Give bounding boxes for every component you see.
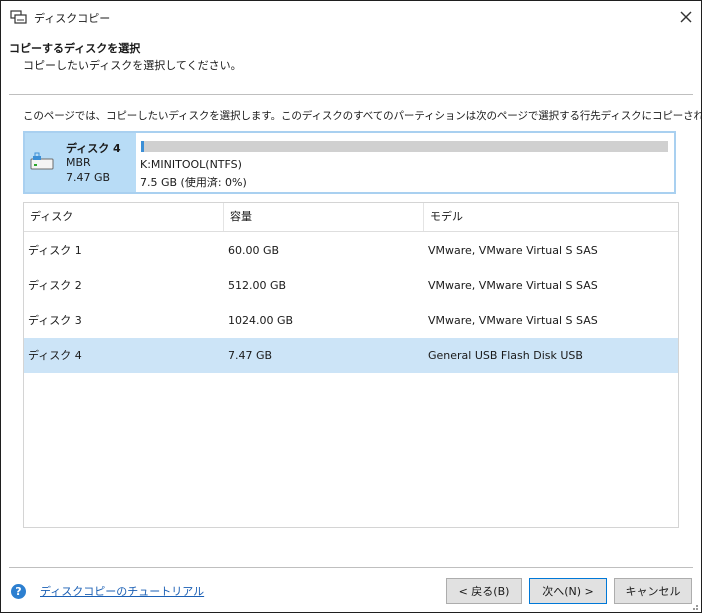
table-row[interactable]: ディスク 3 1024.00 GB VMware, VMware Virtual S… [24, 303, 678, 338]
title-bar: ディスクコピー [1, 1, 701, 33]
capacity-cell: 7.47 GB [228, 349, 273, 362]
model-cell: VMware, VMware Virtual S SAS [428, 314, 598, 327]
disk-size: 7.47 GB [66, 171, 111, 184]
selected-disk-card[interactable]: ディスク 4 MBR 7.47 GB K:MINITOOL(NTFS) 7.5 … [23, 131, 676, 194]
close-icon [680, 11, 692, 23]
column-header-disk[interactable]: ディスク [24, 203, 224, 231]
disk-name-cell: ディスク 3 [28, 314, 82, 327]
table-row[interactable]: ディスク 2 512.00 GB VMware, VMware Virtual S … [24, 268, 678, 303]
header-divider [9, 94, 693, 95]
resize-grip-icon[interactable] [689, 601, 699, 611]
partition-usage-text: 7.5 GB (使用済: 0%) [140, 176, 247, 189]
cancel-button[interactable]: キャンセル [614, 578, 692, 604]
partition-block[interactable]: K:MINITOOL(NTFS) 7.5 GB (使用済: 0%) [136, 133, 674, 192]
model-cell: VMware, VMware Virtual S SAS [428, 279, 598, 292]
disk-copy-window: ディスクコピー コピーするディスクを選択 コピーしたいディスクを選択してください… [0, 0, 702, 613]
tutorial-link[interactable]: ディスクコピーのチュートリアル [40, 583, 204, 599]
help-icon[interactable]: ? [11, 584, 26, 599]
model-cell: VMware, VMware Virtual S SAS [428, 244, 598, 257]
partition-usage-bar [141, 141, 668, 152]
disk-name-cell: ディスク 4 [28, 349, 82, 362]
column-header-capacity[interactable]: 容量 [224, 203, 424, 231]
capacity-cell: 1024.00 GB [228, 314, 294, 327]
disk-name-cell: ディスク 2 [28, 279, 82, 292]
table-row[interactable]: ディスク 1 60.00 GB VMware, VMware Virtual S S… [24, 233, 678, 268]
capacity-cell: 60.00 GB [228, 244, 280, 257]
column-header-model[interactable]: モデル [424, 203, 678, 231]
page-subtitle: コピーしたいディスクを選択してください。 [23, 59, 242, 72]
disk-summary: ディスク 4 MBR 7.47 GB [25, 133, 136, 192]
window-title: ディスクコピー [34, 12, 111, 25]
footer-divider [9, 567, 693, 568]
disk-name-cell: ディスク 1 [28, 244, 82, 257]
usb-drive-icon [30, 152, 54, 170]
partition-usage-fill [141, 141, 144, 152]
model-cell: General USB Flash Disk USB [428, 349, 583, 362]
next-button[interactable]: 次へ(N) > [529, 578, 607, 604]
disk-copy-icon [10, 10, 27, 24]
table-row[interactable]: ディスク 4 7.47 GB General USB Flash Disk USB [24, 338, 678, 373]
close-button[interactable] [671, 5, 701, 29]
page-title: コピーするディスクを選択 [9, 42, 141, 55]
wizard-header: コピーするディスクを選択 コピーしたいディスクを選択してください。 [1, 33, 701, 95]
disk-name: ディスク 4 [66, 142, 121, 155]
table-header: ディスク 容量 モデル [24, 203, 678, 232]
partition-label: K:MINITOOL(NTFS) [140, 158, 242, 171]
capacity-cell: 512.00 GB [228, 279, 287, 292]
disk-partition-style: MBR [66, 156, 91, 169]
page-description: このページでは、コピーしたいディスクを選択します。このディスクのすべてのパーティ… [23, 110, 702, 122]
back-button[interactable]: < 戻る(B) [446, 578, 522, 604]
disk-table: ディスク 容量 モデル ディスク 1 60.00 GB VMware, VMware… [23, 202, 679, 528]
